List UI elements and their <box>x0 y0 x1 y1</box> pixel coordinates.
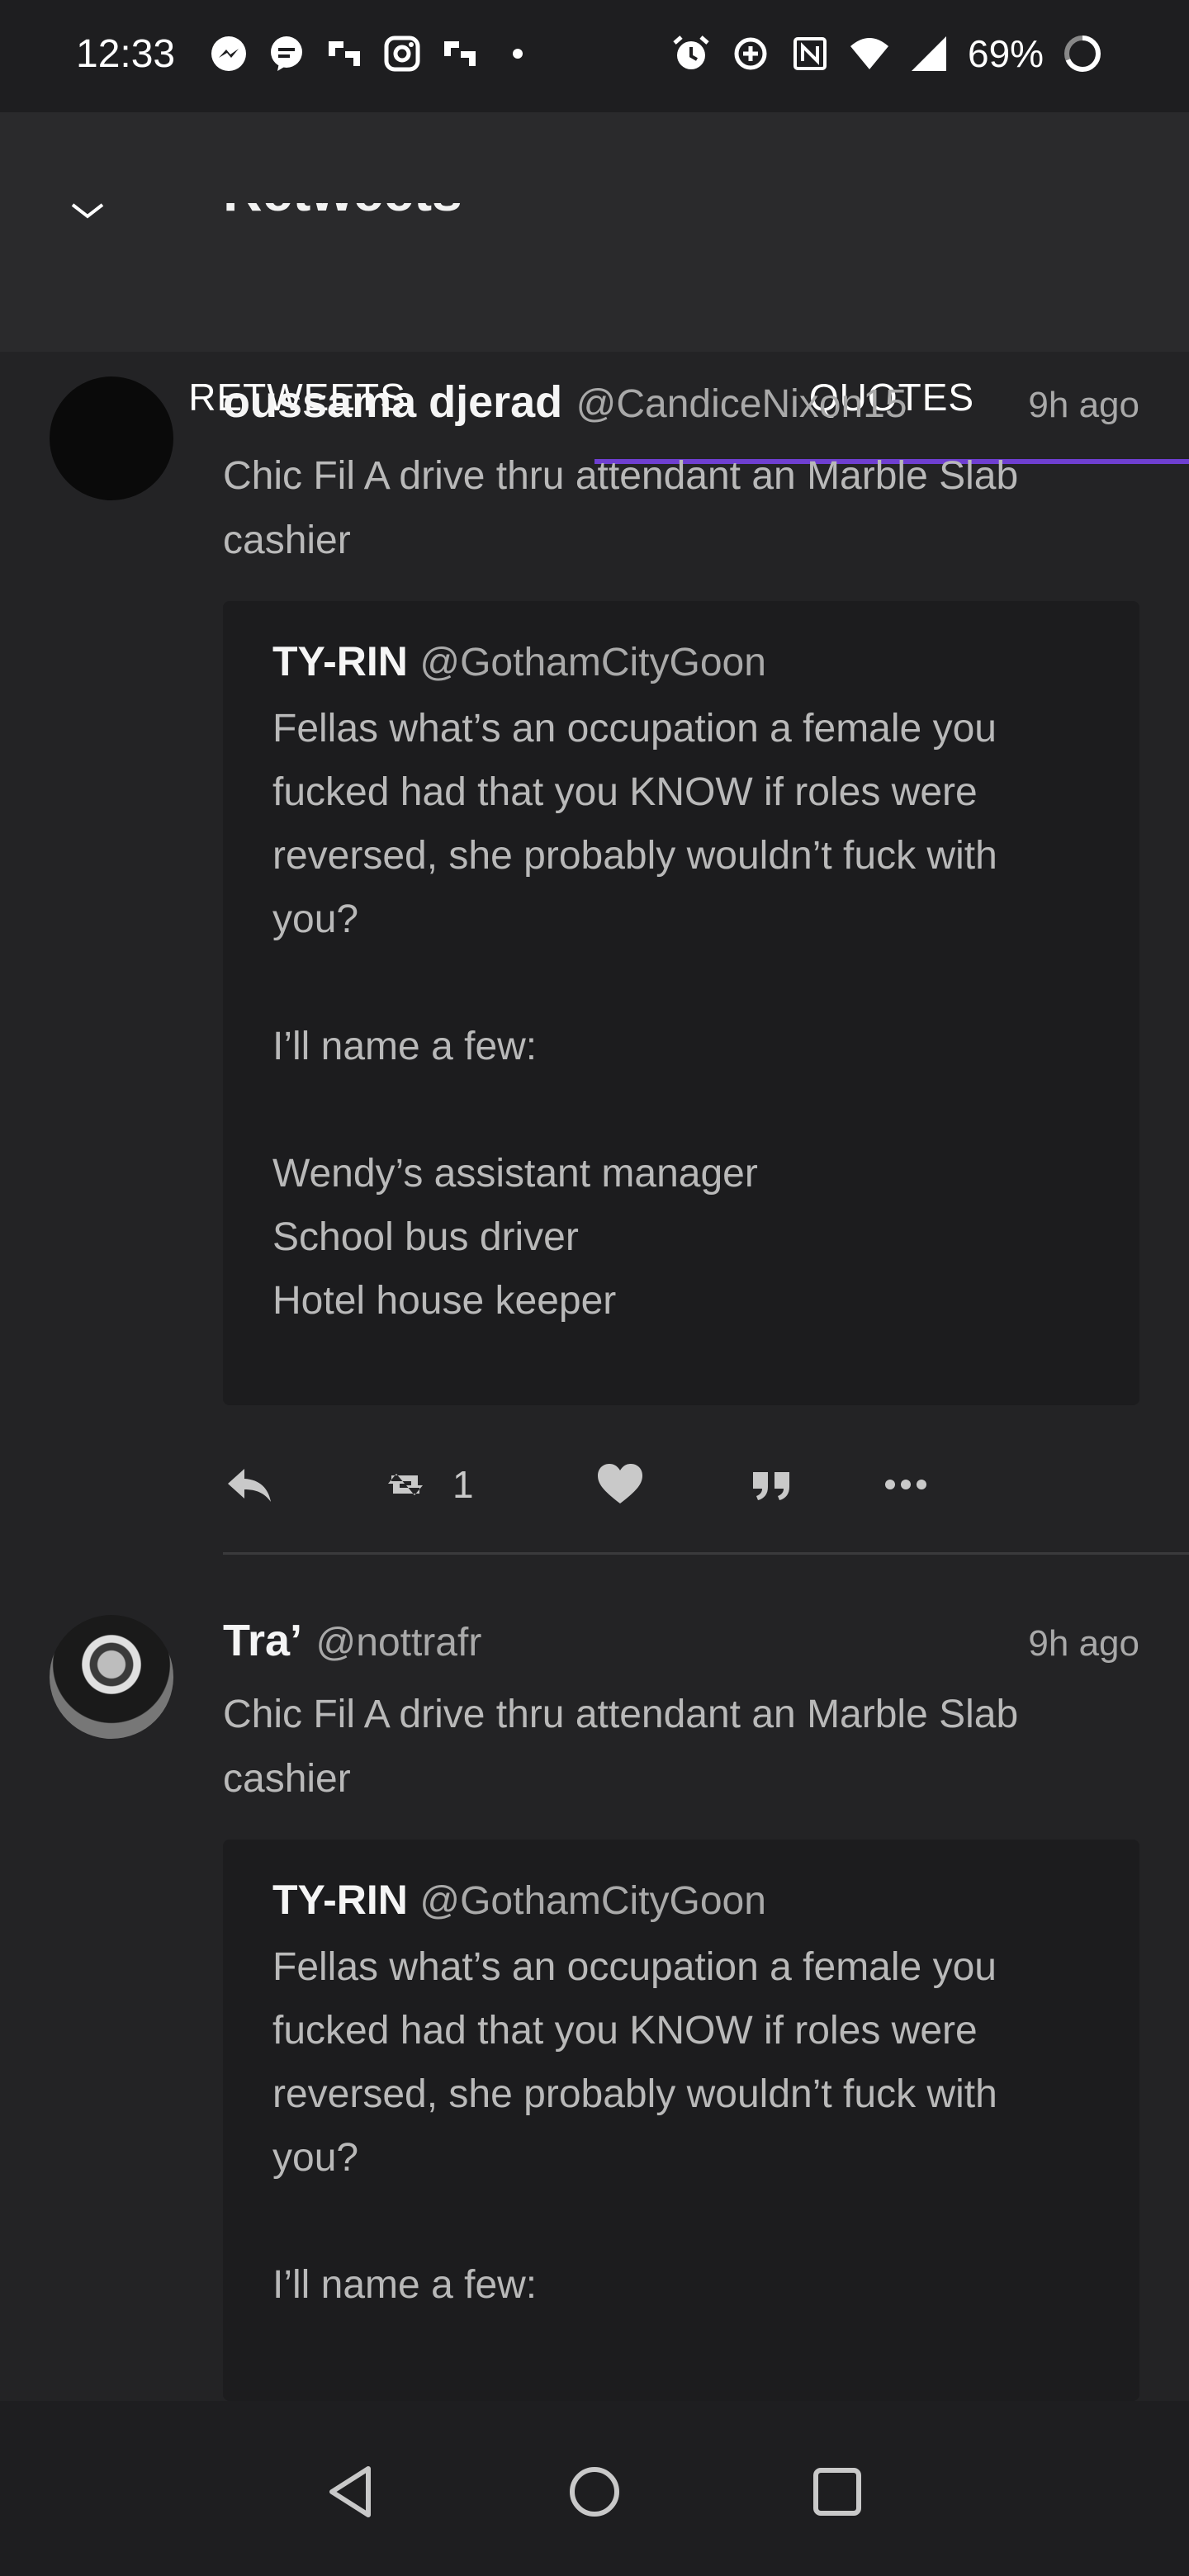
page-title: Retweets <box>223 203 718 223</box>
more-icon <box>885 1480 926 1489</box>
dot-icon <box>513 49 523 59</box>
battery-ring-icon <box>1064 36 1101 72</box>
app-header: Retweets RETWEETS QUOTES <box>0 112 1189 464</box>
page-title-clip: Retweets <box>223 203 718 236</box>
author-name[interactable]: oussama djerad <box>223 377 562 427</box>
tweet-time: 9h ago <box>1028 1623 1139 1664</box>
battery-percent: 69% <box>968 32 1045 75</box>
quoted-author-name: TY-RIN <box>272 638 408 684</box>
tweet-actions: 1 <box>223 1451 1131 1518</box>
quoted-author-name: TY-RIN <box>272 1877 408 1923</box>
tweet-header: Tra’ @nottrafr 9h ago <box>223 1615 1139 1673</box>
data-saver-icon <box>734 37 767 70</box>
alarm-icon <box>673 36 709 69</box>
quoted-text: Fellas what’s an occupation a female you… <box>272 707 997 1323</box>
like-button[interactable] <box>594 1459 646 1510</box>
retweet-button[interactable]: 1 <box>380 1459 474 1510</box>
messenger-icon <box>211 36 246 71</box>
tweet-text: Chic Fil A drive thru attendant an Marbl… <box>223 454 1019 562</box>
status-bar: 12:33 69% <box>0 0 1189 112</box>
back-nav-icon[interactable] <box>320 2459 386 2525</box>
home-nav-icon[interactable] <box>561 2459 628 2525</box>
chat-bubble-icon <box>271 36 302 71</box>
notification-icons <box>208 33 538 74</box>
avatar[interactable] <box>50 376 173 500</box>
author-name[interactable]: Tra’ <box>223 1616 302 1665</box>
quoted-tweet[interactable]: TY-RIN @GothamCityGoon Fellas what’s an … <box>223 601 1139 1405</box>
instagram-icon <box>384 36 420 72</box>
avatar[interactable] <box>50 1615 173 1739</box>
slack-like-icon <box>329 41 360 66</box>
author-handle[interactable]: @CandiceNixon15 <box>576 382 907 426</box>
retweet-count: 1 <box>452 1463 474 1506</box>
back-arrow-icon[interactable] <box>71 203 104 220</box>
quoted-author-handle: @GothamCityGoon <box>419 1879 766 1923</box>
system-icons: 69% <box>670 31 1103 76</box>
status-time: 12:33 <box>76 32 176 76</box>
tweet-text: Chic Fil A drive thru attendant an Marbl… <box>223 1693 1019 1801</box>
more-button[interactable] <box>880 1459 931 1510</box>
reply-icon <box>228 1469 271 1502</box>
author-handle[interactable]: @nottrafr <box>316 1621 482 1664</box>
slack-like-icon <box>444 41 476 66</box>
heart-icon <box>598 1464 642 1503</box>
signal-icon <box>912 36 946 71</box>
quoted-text: Fellas what’s an occupation a female you… <box>272 1945 997 2307</box>
quote-button[interactable] <box>746 1459 798 1510</box>
nfc-icon <box>793 37 827 70</box>
tweet-header: oussama djerad @CandiceNixon15 9h ago <box>223 376 1139 434</box>
quote-icon <box>753 1472 789 1500</box>
retweet-icon <box>388 1474 423 1495</box>
wifi-icon <box>850 38 888 69</box>
quoted-author-handle: @GothamCityGoon <box>419 641 766 684</box>
recents-nav-icon[interactable] <box>804 2459 870 2525</box>
reply-button[interactable] <box>223 1459 274 1510</box>
tweet-time: 9h ago <box>1028 385 1139 425</box>
system-nav-bar <box>0 2401 1189 2576</box>
quoted-tweet[interactable]: TY-RIN @GothamCityGoon Fellas what’s an … <box>223 1840 1139 2401</box>
divider <box>223 1552 1189 1555</box>
